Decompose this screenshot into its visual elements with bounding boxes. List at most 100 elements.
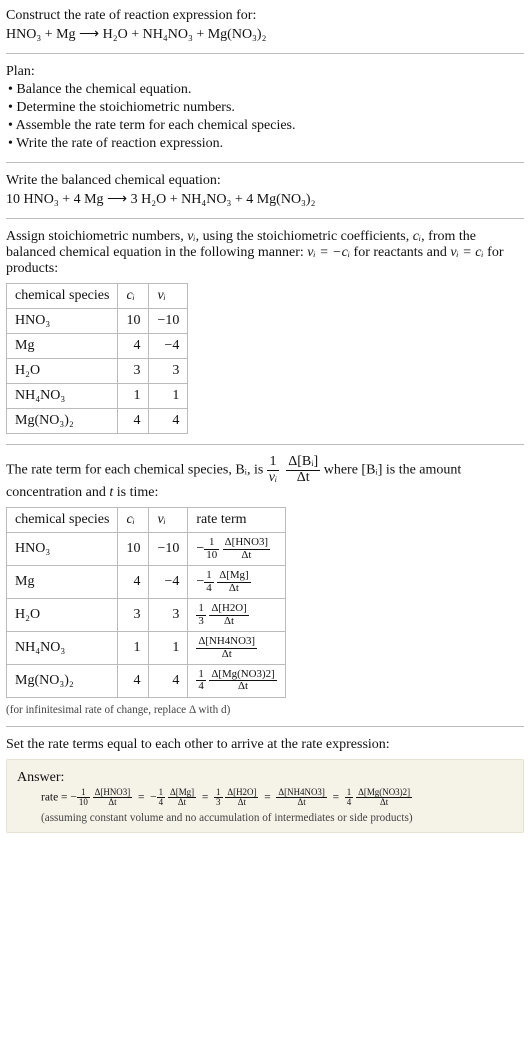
frac-num: 1: [204, 570, 213, 581]
frac-den: Δt: [209, 680, 276, 692]
cell-species: HNO₃: [7, 533, 118, 566]
table-row: H₂O 3 3 13 Δ[H2O]Δt: [7, 599, 286, 632]
col-ci: cᵢ: [118, 508, 149, 533]
frac-num: 1: [204, 537, 219, 548]
delta-frac: Δ[Mg]Δt: [217, 570, 250, 594]
stoich-intro-text: for reactants and: [350, 245, 450, 260]
divider: [6, 218, 524, 219]
frac-den: 4: [157, 797, 165, 807]
cell-species: Mg: [7, 566, 118, 599]
frac-den: Δt: [225, 797, 258, 807]
cell-species: Mg(NO₃)₂: [7, 409, 118, 434]
cell-nui: 4: [149, 665, 188, 698]
coef-frac: 14: [196, 669, 205, 693]
col-species: chemical species: [7, 508, 118, 533]
table-row: H₂O33: [7, 359, 188, 384]
frac-num: Δ[Mg]: [168, 788, 196, 797]
answer-box: Answer: rate = −110 Δ[HNO3]Δt = −14 Δ[Mg…: [6, 759, 524, 833]
rate-term-text: is time:: [113, 485, 158, 500]
frac-num: 1: [77, 788, 90, 797]
coef-frac: 110: [204, 537, 219, 561]
delta-frac: Δ[Mg(NO3)2]Δt: [209, 669, 276, 693]
frac-num: Δ[HNO3]: [223, 537, 270, 548]
relation-products: νᵢ = cᵢ: [450, 245, 483, 260]
table-row: NH₄NO₃ 1 1 Δ[NH4NO3]Δt: [7, 632, 286, 665]
cell-species: Mg(NO₃)₂: [7, 665, 118, 698]
delta-frac: Δ[NH4NO3]Δt: [196, 636, 257, 660]
frac-den: νᵢ: [267, 470, 279, 486]
coef-frac: 14: [157, 788, 165, 808]
divider: [6, 53, 524, 54]
cell-nui: 1: [149, 632, 188, 665]
cell-nui: −10: [149, 533, 188, 566]
frac-num: Δ[H2O]: [225, 788, 258, 797]
dbi-dt: Δ[Bᵢ]Δt: [286, 455, 320, 485]
table-row: Mg(NO₃)₂44: [7, 409, 188, 434]
neg-sign: −: [196, 574, 204, 589]
frac-num: 1: [196, 669, 205, 680]
frac-num: Δ[Mg(NO3)2]: [356, 788, 412, 797]
cell-rate-term: 13 Δ[H2O]Δt: [188, 599, 285, 632]
neg-sign: −: [196, 542, 204, 557]
cell-nui: 1: [149, 384, 188, 409]
answer-rate-expr: rate = −110 Δ[HNO3]Δt = −14 Δ[Mg]Δt = 13…: [41, 788, 513, 808]
frac-num: 1: [196, 603, 205, 614]
coef-frac: 13: [214, 788, 222, 808]
frac-num: Δ[NH4NO3]: [196, 636, 257, 647]
coef-frac: 13: [196, 603, 205, 627]
answer-assumption: (assuming constant volume and no accumul…: [41, 812, 513, 824]
prompt-equation: HNO₃ + Mg ⟶ H₂O + NH₄NO₃ + Mg(NO₃)₂: [6, 26, 524, 43]
balanced-equation: 10 HNO₃ + 4 Mg ⟶ 3 H₂O + NH₄NO₃ + 4 Mg(N…: [6, 191, 524, 208]
rate-term-table: chemical species cᵢ νᵢ rate term HNO₃ 10…: [6, 507, 286, 698]
divider: [6, 726, 524, 727]
plan-item-2: • Determine the stoichiometric numbers.: [8, 100, 524, 116]
frac-num: Δ[Mg]: [217, 570, 250, 581]
answer-label: Answer:: [17, 770, 513, 786]
rate-term-text: The rate term for each chemical species,…: [6, 462, 267, 477]
cell-ci: 4: [118, 665, 149, 698]
delta-frac: Δ[Mg(NO3)2]Δt: [356, 788, 412, 808]
final-heading: Set the rate terms equal to each other t…: [6, 737, 524, 753]
cell-ci: 10: [118, 533, 149, 566]
cell-rate-term: −14 Δ[Mg]Δt: [188, 566, 285, 599]
ci-header: cᵢ: [126, 512, 134, 527]
cell-species: NH₄NO₃: [7, 632, 118, 665]
cell-rate-term: 14 Δ[Mg(NO3)2]Δt: [188, 665, 285, 698]
frac-den: 10: [77, 797, 90, 807]
plan-item-1: • Balance the chemical equation.: [8, 82, 524, 98]
frac-den: 3: [214, 797, 222, 807]
frac-den: 4: [345, 797, 353, 807]
cell-ci: 4: [118, 409, 149, 434]
table-row: HNO₃ 10 −10 −110 Δ[HNO3]Δt: [7, 533, 286, 566]
col-ci: cᵢ: [118, 284, 149, 309]
cell-ci: 4: [118, 566, 149, 599]
delta-frac: Δ[NH4NO3]Δt: [276, 788, 326, 808]
cell-ci: 3: [118, 599, 149, 632]
frac-den: Δt: [286, 470, 320, 486]
frac-num: 1: [345, 788, 353, 797]
coef-frac: 14: [345, 788, 353, 808]
coef-frac: 14: [204, 570, 213, 594]
frac-num: 1: [267, 455, 279, 470]
rate-term-footnote: (for infinitesimal rate of change, repla…: [6, 704, 524, 716]
plan-heading: Plan:: [6, 64, 524, 80]
col-rate-term: rate term: [188, 508, 285, 533]
frac-den: 4: [204, 582, 213, 594]
cell-ci: 3: [118, 359, 149, 384]
cell-species: NH₄NO₃: [7, 384, 118, 409]
frac-den: Δt: [196, 648, 257, 660]
table-row: NH₄NO₃11: [7, 384, 188, 409]
frac-num: Δ[H2O]: [209, 603, 248, 614]
frac-num: Δ[HNO3]: [93, 788, 133, 797]
frac-num: Δ[Mg(NO3)2]: [209, 669, 276, 680]
nu-i-den: νᵢ: [269, 470, 277, 485]
plan-item-4: • Write the rate of reaction expression.: [8, 136, 524, 152]
frac-den: Δt: [93, 797, 133, 807]
rate-label: rate =: [41, 791, 70, 803]
cell-species: H₂O: [7, 599, 118, 632]
cell-nui: −10: [149, 309, 188, 334]
table-row: Mg4−4: [7, 334, 188, 359]
nui-header: νᵢ: [157, 288, 165, 303]
one-over-nu: 1νᵢ: [267, 455, 279, 485]
divider: [6, 444, 524, 445]
